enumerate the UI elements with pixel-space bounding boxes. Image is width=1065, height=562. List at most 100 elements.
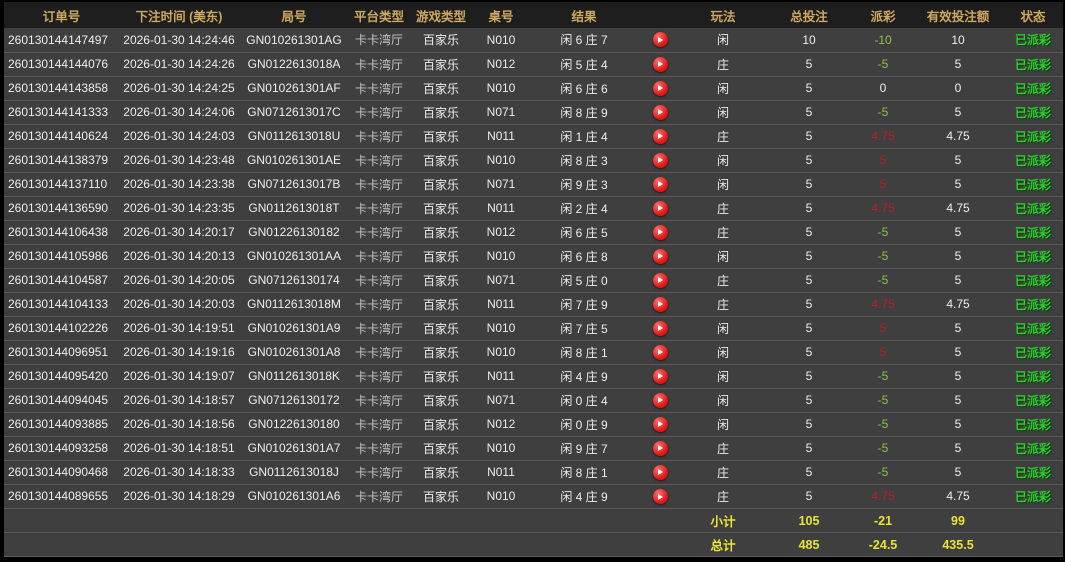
replay-button[interactable] (653, 273, 668, 288)
cell-result: 闲 4 庄 9 (529, 484, 639, 508)
replay-cell (639, 316, 681, 340)
cell-valid-bet: 5 (913, 52, 1003, 76)
replay-button[interactable] (653, 417, 668, 432)
replay-cell (639, 340, 681, 364)
replay-button[interactable] (653, 81, 668, 96)
total-payout: -24.5 (853, 533, 913, 557)
cell-order-id: 260130144140624 (4, 124, 119, 148)
replay-cell (639, 484, 681, 508)
cell-bet-time: 2026-01-30 14:19:07 (119, 364, 239, 388)
cell-result: 闲 6 庄 7 (529, 28, 639, 52)
play-icon (658, 157, 663, 163)
cell-table-no: N010 (473, 340, 529, 364)
cell-payout: -5 (853, 100, 913, 124)
replay-button[interactable] (653, 393, 668, 408)
cell-payout: 5 (853, 172, 913, 196)
replay-button[interactable] (653, 32, 668, 47)
cell-status: 已派彩 (1003, 220, 1063, 244)
cell-status: 已派彩 (1003, 292, 1063, 316)
cell-game-type: 百家乐 (409, 124, 473, 148)
column-header-result: 结果 (529, 2, 639, 28)
replay-cell (639, 148, 681, 172)
cell-order-id: 260130144136590 (4, 196, 119, 220)
cell-table-no: N010 (473, 76, 529, 100)
cell-platform: 卡卡湾厅 (349, 484, 409, 508)
replay-button[interactable] (653, 153, 668, 168)
cell-table-no: N010 (473, 316, 529, 340)
cell-play-type: 庄 (681, 220, 765, 244)
column-header-round-id: 局号 (239, 2, 349, 28)
cell-order-id: 260130144096951 (4, 340, 119, 364)
cell-result: 闲 6 庄 5 (529, 220, 639, 244)
cell-game-type: 百家乐 (409, 148, 473, 172)
replay-button[interactable] (653, 345, 668, 360)
subtotal-payout: -21 (853, 509, 913, 533)
replay-cell (639, 292, 681, 316)
cell-valid-bet: 5 (913, 340, 1003, 364)
cell-bet-time: 2026-01-30 14:18:33 (119, 460, 239, 484)
cell-play-type: 闲 (681, 412, 765, 436)
cell-payout: 5 (853, 340, 913, 364)
cell-total-bet: 5 (765, 388, 853, 412)
cell-play-type: 庄 (681, 292, 765, 316)
replay-button[interactable] (653, 441, 668, 456)
column-header-play-type: 玩法 (681, 2, 765, 28)
replay-button[interactable] (653, 297, 668, 312)
cell-round-id: GN010261301AE (239, 148, 349, 172)
table-row: 2601301440938852026-01-30 14:18:56GN0122… (4, 412, 1063, 436)
replay-cell (639, 460, 681, 484)
cell-result: 闲 6 庄 6 (529, 76, 639, 100)
cell-order-id: 260130144143858 (4, 76, 119, 100)
replay-button[interactable] (653, 57, 668, 72)
cell-game-type: 百家乐 (409, 484, 473, 508)
replay-cell (639, 172, 681, 196)
cell-status: 已派彩 (1003, 52, 1063, 76)
cell-bet-time: 2026-01-30 14:23:38 (119, 172, 239, 196)
replay-button[interactable] (653, 201, 668, 216)
cell-table-no: N071 (473, 100, 529, 124)
cell-payout: -5 (853, 244, 913, 268)
cell-table-no: N010 (473, 244, 529, 268)
cell-game-type: 百家乐 (409, 76, 473, 100)
cell-table-no: N010 (473, 28, 529, 52)
replay-button[interactable] (653, 489, 668, 504)
cell-play-type: 庄 (681, 124, 765, 148)
table-body: 2601301441474972026-01-30 14:24:46GN0102… (4, 28, 1063, 509)
replay-button[interactable] (653, 249, 668, 264)
replay-cell (639, 76, 681, 100)
replay-button[interactable] (653, 225, 668, 240)
replay-button[interactable] (653, 465, 668, 480)
cell-result: 闲 7 庄 9 (529, 292, 639, 316)
replay-button[interactable] (653, 105, 668, 120)
cell-table-no: N011 (473, 124, 529, 148)
cell-result: 闲 8 庄 1 (529, 460, 639, 484)
play-icon (658, 133, 663, 139)
cell-game-type: 百家乐 (409, 364, 473, 388)
cell-total-bet: 5 (765, 268, 853, 292)
cell-total-bet: 5 (765, 340, 853, 364)
cell-bet-time: 2026-01-30 14:23:35 (119, 196, 239, 220)
cell-status: 已派彩 (1003, 76, 1063, 100)
replay-cell (639, 412, 681, 436)
cell-result: 闲 8 庄 3 (529, 148, 639, 172)
cell-table-no: N011 (473, 364, 529, 388)
play-icon (658, 469, 663, 475)
replay-button[interactable] (653, 321, 668, 336)
cell-total-bet: 5 (765, 292, 853, 316)
cell-game-type: 百家乐 (409, 220, 473, 244)
replay-cell (639, 388, 681, 412)
play-icon (658, 205, 663, 211)
replay-button[interactable] (653, 129, 668, 144)
play-icon (658, 181, 663, 187)
replay-button[interactable] (653, 177, 668, 192)
table-row: 2601301440932582026-01-30 14:18:51GN0102… (4, 436, 1063, 460)
cell-status: 已派彩 (1003, 484, 1063, 508)
cell-payout: -5 (853, 52, 913, 76)
cell-total-bet: 5 (765, 436, 853, 460)
cell-order-id: 260130144104133 (4, 292, 119, 316)
replay-cell (639, 268, 681, 292)
replay-button[interactable] (653, 369, 668, 384)
cell-round-id: GN0112613018K (239, 364, 349, 388)
cell-play-type: 庄 (681, 484, 765, 508)
cell-payout: -5 (853, 460, 913, 484)
